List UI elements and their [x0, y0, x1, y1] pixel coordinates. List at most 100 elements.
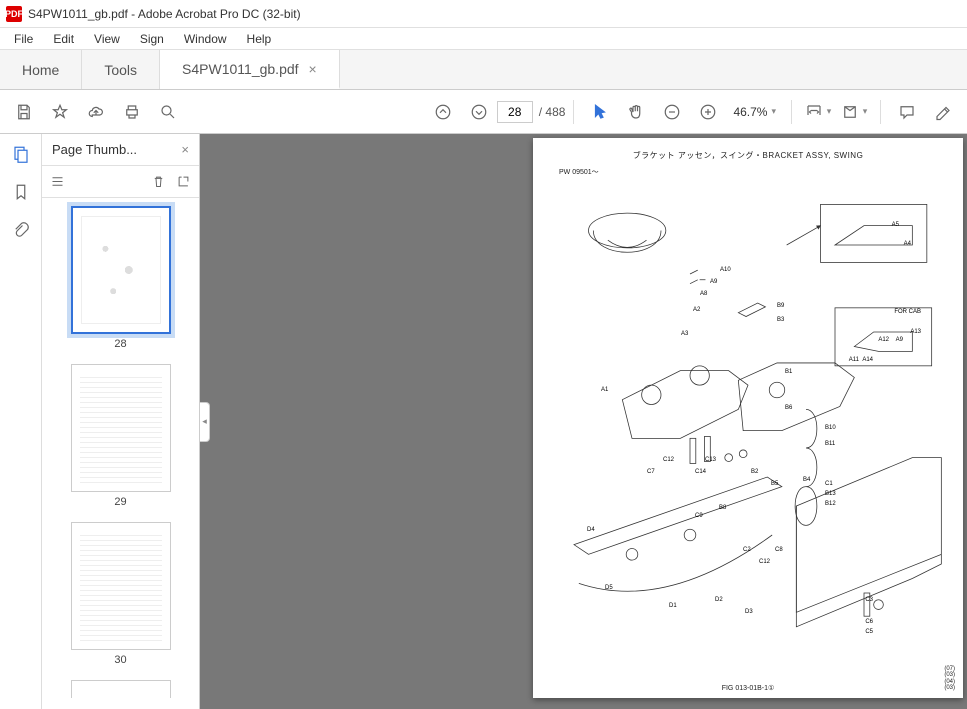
- callout-label: A5: [892, 222, 899, 228]
- thumb-delete-button[interactable]: [151, 174, 166, 189]
- callout-label: B1: [785, 369, 792, 375]
- thumbnail-page[interactable]: [71, 522, 171, 650]
- menu-file[interactable]: File: [4, 30, 43, 48]
- menu-help[interactable]: Help: [237, 30, 282, 48]
- callout-label: B11: [825, 441, 835, 447]
- callout-label: A10: [720, 267, 731, 273]
- comment-button[interactable]: [891, 96, 923, 128]
- zoom-in-button[interactable]: [692, 96, 724, 128]
- callout-label: D1: [669, 603, 677, 609]
- thumbnail-label: 28: [42, 338, 199, 350]
- callout-label: A9: [710, 279, 717, 285]
- attachment-tab-icon[interactable]: [9, 218, 33, 242]
- highlight-button[interactable]: [927, 96, 959, 128]
- save-button[interactable]: [8, 96, 40, 128]
- callout-label: A9: [896, 337, 903, 343]
- figure-number: FIG 013-01B-1①: [722, 684, 775, 692]
- callout-label: B9: [777, 303, 784, 309]
- callout-label: A1: [601, 387, 608, 393]
- zoom-out-button[interactable]: [656, 96, 688, 128]
- thumbnail-page[interactable]: [71, 206, 171, 334]
- menu-view[interactable]: View: [84, 30, 130, 48]
- page-number-input[interactable]: [497, 101, 533, 123]
- close-panel-icon[interactable]: ×: [181, 142, 189, 157]
- title-bar: PDF S4PW1011_gb.pdf - Adobe Acrobat Pro …: [0, 0, 967, 28]
- callout-label: A11: [849, 357, 859, 363]
- thumbnail-page[interactable]: [71, 364, 171, 492]
- thumbnail-tools: [42, 166, 199, 198]
- window-title: S4PW1011_gb.pdf - Adobe Acrobat Pro DC (…: [28, 7, 301, 21]
- thumbnail-panel: Page Thumb... × 28 29 30: [42, 134, 200, 709]
- callout-label: C8: [775, 547, 783, 553]
- callout-label: C1: [825, 481, 833, 487]
- menu-window[interactable]: Window: [174, 30, 237, 48]
- selection-tool-button[interactable]: [584, 96, 616, 128]
- thumbnails-tab-icon[interactable]: [9, 142, 33, 166]
- separator: [880, 100, 881, 124]
- thumbnail-header: Page Thumb... ×: [42, 134, 199, 166]
- tab-bar: Home Tools S4PW1011_gb.pdf ×: [0, 50, 967, 90]
- zoom-level-dropdown[interactable]: 46.7%: [726, 102, 783, 122]
- thumbnail-scroll[interactable]: 28 29 30: [42, 198, 199, 709]
- rev-code: (07): [944, 666, 955, 673]
- callout-label: B13: [825, 491, 836, 497]
- collapse-panel-handle[interactable]: ◂: [200, 402, 210, 442]
- callout-label: B3: [777, 317, 784, 323]
- document-area[interactable]: ◂ ブラケット アッセン，スイング・BRACKET ASSY, SWING PW…: [200, 134, 967, 709]
- tab-document[interactable]: S4PW1011_gb.pdf ×: [160, 50, 340, 89]
- callout-label: B8: [719, 505, 726, 511]
- callout-label: A14: [862, 357, 873, 363]
- callout-label: A13: [910, 329, 921, 335]
- callout-label: C12: [759, 559, 770, 565]
- callout-label: B6: [785, 405, 792, 411]
- separator: [791, 100, 792, 124]
- callout-label: A8: [700, 291, 707, 297]
- page-display-button[interactable]: [838, 96, 870, 128]
- tab-tools[interactable]: Tools: [82, 50, 160, 89]
- cloud-button[interactable]: [80, 96, 112, 128]
- close-icon[interactable]: ×: [309, 61, 317, 77]
- print-button[interactable]: [116, 96, 148, 128]
- page-up-button[interactable]: [427, 96, 459, 128]
- tab-home-label: Home: [22, 62, 59, 78]
- callout-label: D4: [587, 527, 595, 533]
- page-down-button[interactable]: [463, 96, 495, 128]
- rev-code: (03): [944, 672, 955, 679]
- callout-label: B10: [825, 425, 836, 431]
- callout-label: C14: [695, 469, 706, 475]
- hand-tool-button[interactable]: [620, 96, 652, 128]
- callout-label: C2: [743, 547, 751, 553]
- separator: [573, 100, 574, 124]
- callout-label: D2: [715, 597, 723, 603]
- callout-label: C13: [705, 457, 716, 463]
- callout-label: B5: [771, 481, 778, 487]
- page-total-label: / 488: [539, 105, 566, 119]
- tab-home[interactable]: Home: [0, 50, 82, 89]
- thumb-rotate-button[interactable]: [176, 174, 191, 189]
- menu-sign[interactable]: Sign: [130, 30, 174, 48]
- callout-label: A2: [693, 307, 700, 313]
- fit-width-button[interactable]: [802, 96, 834, 128]
- star-button[interactable]: [44, 96, 76, 128]
- callout-label: D5: [605, 585, 613, 591]
- find-button[interactable]: [152, 96, 184, 128]
- side-rail: [0, 134, 42, 709]
- pdf-page: ブラケット アッセン，スイング・BRACKET ASSY, SWING PW 0…: [533, 138, 963, 698]
- callout-label: A3: [681, 331, 688, 337]
- callout-label: B4: [803, 477, 810, 483]
- callout-label: FOR CAB: [894, 309, 921, 315]
- thumbnail-title: Page Thumb...: [52, 142, 137, 157]
- thumbnail-page[interactable]: [71, 680, 171, 698]
- bookmark-tab-icon[interactable]: [9, 180, 33, 204]
- menu-edit[interactable]: Edit: [43, 30, 84, 48]
- tab-tools-label: Tools: [104, 62, 137, 78]
- serial-range: PW 09501～: [559, 167, 951, 177]
- callout-label: A12: [878, 337, 889, 343]
- callout-label: C3: [865, 597, 873, 603]
- thumbnail-label: 29: [42, 496, 199, 508]
- thumb-options-button[interactable]: [50, 174, 65, 189]
- pdf-file-icon: PDF: [6, 6, 22, 22]
- callout-label: B2: [751, 469, 758, 475]
- callout-label: C9: [695, 513, 703, 519]
- callout-label: C5: [865, 629, 873, 635]
